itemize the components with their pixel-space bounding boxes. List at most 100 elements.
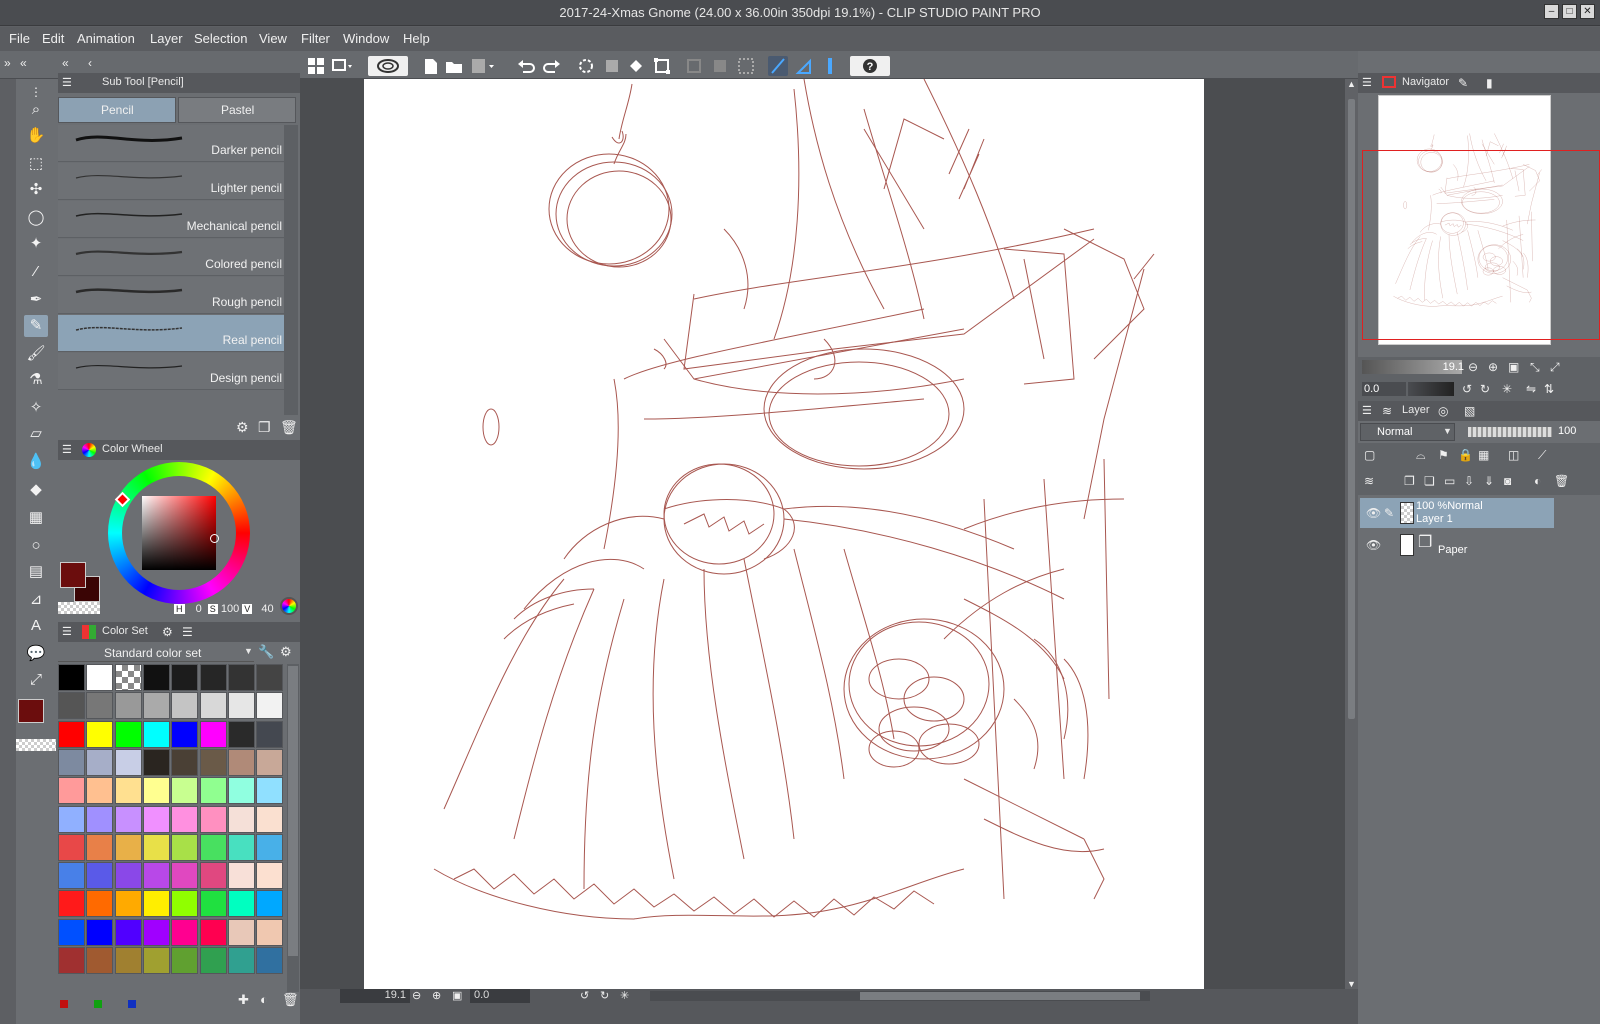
color-swatch[interactable] — [142, 720, 170, 748]
grid-icon[interactable] — [306, 56, 326, 76]
clear-selection-icon[interactable] — [602, 56, 622, 76]
correct-line-icon[interactable]: ⤢ — [24, 669, 48, 691]
main-color-swatch[interactable] — [60, 562, 86, 588]
color-swatch[interactable] — [227, 833, 255, 861]
scroll-up-icon[interactable]: ▲ — [1347, 79, 1356, 89]
color-swatch[interactable] — [58, 862, 85, 890]
brush-real-pencil[interactable]: Real pencil — [58, 315, 284, 352]
rotation-slider[interactable] — [1408, 382, 1454, 396]
color-swatch[interactable] — [199, 890, 227, 918]
color-swatch[interactable] — [256, 918, 284, 946]
color-swatch[interactable] — [256, 890, 284, 918]
reference-layer-icon[interactable]: ⚑ — [1438, 448, 1449, 462]
color-swatch[interactable] — [227, 890, 255, 918]
operation-tool-icon[interactable]: ✣ — [24, 179, 48, 201]
color-swatch[interactable] — [114, 890, 142, 918]
main-color-swatch[interactable] — [18, 699, 44, 723]
redo-icon[interactable] — [542, 56, 562, 76]
reset-rotation-icon[interactable]: ✳ — [620, 989, 629, 1002]
color-set-scrollbar[interactable] — [287, 664, 299, 1000]
color-swatch[interactable] — [227, 777, 255, 805]
zoom-out-icon[interactable]: ⊖ — [412, 989, 421, 1002]
snap-ruler-icon[interactable] — [768, 56, 788, 76]
color-swatch[interactable] — [227, 862, 255, 890]
transparent-color-swatch[interactable] — [58, 602, 100, 614]
frame-border-icon[interactable]: ▤ — [24, 561, 48, 583]
color-swatch[interactable] — [58, 777, 85, 805]
combine-down-icon[interactable]: ⇓ — [1484, 474, 1494, 488]
lock-layer-icon[interactable]: 🔒 — [1458, 448, 1473, 462]
color-swatch[interactable] — [227, 720, 255, 748]
color-swatch[interactable] — [171, 777, 199, 805]
open-file-icon[interactable] — [444, 56, 464, 76]
replace-color-icon[interactable]: ◐ — [260, 992, 268, 1007]
menu-file[interactable]: File — [9, 31, 30, 46]
color-swatch[interactable] — [199, 918, 227, 946]
color-swatch[interactable] — [58, 890, 85, 918]
rotation-field[interactable]: 0.0 — [470, 989, 530, 1003]
brush-colored-pencil[interactable]: Colored pencil — [58, 239, 284, 276]
zoom-out-icon[interactable]: ⊖ — [1468, 360, 1478, 374]
layer-row-paper[interactable]: 👁 ❐ Paper — [1360, 530, 1554, 560]
color-swatch[interactable] — [227, 918, 255, 946]
color-swatch[interactable] — [114, 947, 142, 974]
color-swatch[interactable] — [142, 947, 170, 974]
color-swatch[interactable] — [142, 692, 170, 720]
color-swatch[interactable] — [86, 862, 114, 890]
brush-lighter-pencil[interactable]: Lighter pencil — [58, 163, 284, 200]
transform-icon[interactable] — [652, 56, 672, 76]
color-swatch[interactable] — [114, 692, 142, 720]
scrollbar-thumb[interactable] — [860, 992, 1140, 1000]
color-mode-toggle-icon[interactable] — [280, 597, 298, 615]
fill-icon[interactable] — [626, 56, 646, 76]
panel-prev-icon[interactable]: ‹ — [88, 56, 92, 70]
color-swatch[interactable] — [199, 692, 227, 720]
rotate-right-icon[interactable]: ↻ — [600, 989, 609, 1002]
color-swatch[interactable] — [114, 664, 142, 691]
color-swatch[interactable] — [256, 720, 284, 748]
hand-icon[interactable] — [330, 56, 352, 76]
panel-menu-icon[interactable]: ☰ — [62, 76, 72, 89]
color-swatch[interactable] — [256, 805, 284, 833]
intermediate-color-tab-icon[interactable]: ⚙ — [162, 625, 173, 639]
apply-mask-icon[interactable]: ◐ — [1534, 474, 1541, 488]
actual-size-icon[interactable]: ▣ — [1508, 360, 1519, 374]
color-history-tab-icon[interactable]: ☰ — [182, 625, 193, 639]
sub-view-tab-icon[interactable]: ✎ — [1458, 76, 1468, 90]
color-swatch[interactable] — [58, 833, 85, 861]
opacity-slider[interactable] — [1468, 427, 1552, 437]
tab-pastel[interactable]: Pastel — [178, 97, 296, 123]
color-swatch[interactable] — [171, 748, 199, 776]
color-swatch[interactable] — [256, 664, 284, 691]
gradient-tool-icon[interactable]: ▦ — [24, 507, 48, 529]
add-color-icon[interactable]: ✚ — [238, 992, 249, 1008]
layer-row-layer-1[interactable]: 👁 ✎ 100 %Normal Layer 1 — [1360, 498, 1554, 528]
color-swatch[interactable] — [171, 720, 199, 748]
pen-tool-icon[interactable]: ✒ — [24, 289, 48, 311]
color-swatch[interactable] — [199, 833, 227, 861]
delete-color-icon[interactable]: 🗑 — [282, 992, 299, 1008]
hand-tool-icon[interactable]: ✋ — [24, 125, 48, 147]
color-swatch[interactable] — [142, 862, 170, 890]
color-swatch[interactable] — [227, 664, 255, 691]
delete-layer-icon[interactable]: 🗑 — [1554, 474, 1569, 488]
rotate-right-icon[interactable]: ↻ — [1480, 382, 1490, 396]
zoom-in-icon[interactable]: ⊕ — [432, 989, 441, 1002]
menu-animation[interactable]: Animation — [77, 31, 135, 46]
transparent-color-swatch[interactable] — [16, 739, 56, 751]
color-swatch[interactable] — [58, 664, 85, 691]
color-swatch[interactable] — [114, 805, 142, 833]
panel-menu-icon[interactable]: ☰ — [1362, 404, 1372, 417]
new-folder-icon[interactable]: ▭ — [1444, 474, 1455, 488]
color-swatch[interactable] — [86, 720, 114, 748]
canvas-paper[interactable] — [364, 78, 1204, 991]
lock-transparency-icon[interactable]: ▦ — [1478, 448, 1489, 462]
navigator-view-frame[interactable] — [1362, 150, 1600, 340]
color-swatch[interactable] — [58, 692, 85, 720]
saturation-value-square[interactable] — [142, 496, 216, 570]
layer-color-icon[interactable]: ▢ — [1364, 448, 1375, 462]
airbrush-icon[interactable]: ⚗ — [24, 369, 48, 391]
snap-special-ruler-icon[interactable] — [794, 56, 814, 76]
scrollbar-thumb[interactable] — [1348, 99, 1355, 719]
canvas-vertical-scrollbar[interactable]: ▲ ▼ — [1345, 79, 1358, 1006]
